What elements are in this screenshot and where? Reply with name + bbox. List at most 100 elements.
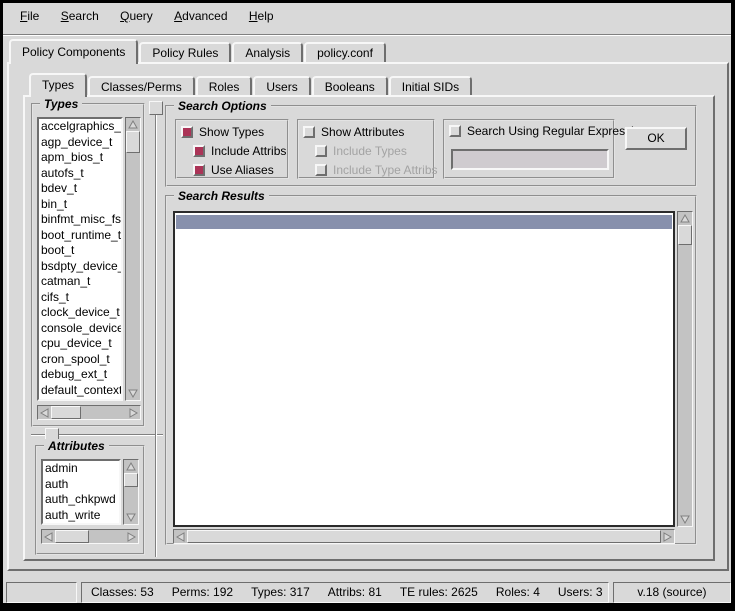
checkbox-label: Include Type Attribs [333, 163, 438, 177]
tab-roles[interactable]: Roles [196, 76, 253, 95]
scroll-right-icon[interactable] [125, 530, 138, 543]
tab-policy-components[interactable]: Policy Components [9, 39, 138, 64]
list-item[interactable]: cron_spool_t [39, 352, 121, 368]
scrollbar-thumb[interactable] [55, 530, 89, 543]
tab-users[interactable]: Users [253, 76, 310, 95]
scroll-up-icon[interactable] [678, 212, 692, 225]
selection-bar [176, 215, 672, 229]
menu-help[interactable]: Help [240, 8, 283, 24]
scroll-up-icon[interactable] [126, 118, 140, 131]
types-vscrollbar[interactable] [125, 117, 141, 401]
list-item[interactable]: cpu_device_t [39, 336, 121, 352]
scrollbar-trough [124, 487, 138, 511]
show-types-group: Show Types Include Attribs Use Aliases [175, 119, 289, 179]
attributes-panel-title: Attributes [44, 439, 109, 453]
menu-search[interactable]: Search [52, 8, 108, 24]
search-results-title: Search Results [174, 189, 269, 203]
results-hscrollbar[interactable] [173, 529, 675, 544]
list-item[interactable]: auth_write [43, 508, 119, 524]
regex-checkbox[interactable]: Search Using Regular Expression [449, 124, 647, 138]
attributes-vscrollbar[interactable] [123, 459, 139, 525]
use-aliases-checkbox[interactable]: Use Aliases [193, 163, 274, 177]
list-item[interactable]: auth [43, 477, 119, 493]
search-options-panel: Search Options Show Types Include Attrib… [165, 105, 697, 187]
menu-advanced[interactable]: Advanced [165, 8, 236, 24]
outer-tab-bar: Policy Components Policy Rules Analysis … [9, 39, 387, 62]
attributes-listbox[interactable]: adminauthauth_chkpwdauth_write [41, 459, 121, 525]
scrollbar-thumb[interactable] [124, 473, 138, 487]
ok-button[interactable]: OK [625, 127, 687, 150]
scroll-right-icon[interactable] [127, 406, 140, 419]
checkbox-indicator-icon [303, 126, 315, 138]
scrollbar-thumb[interactable] [51, 406, 81, 419]
list-item[interactable]: boot_t [39, 243, 121, 259]
stat-perms: Perms: 192 [172, 585, 233, 599]
sash-line [155, 111, 157, 557]
scrollbar-trough [678, 245, 692, 513]
scrollbar-thumb[interactable] [678, 225, 692, 245]
scrollbar-thumb[interactable] [126, 131, 140, 153]
list-item[interactable]: clock_device_t [39, 305, 121, 321]
checkbox-indicator-icon [449, 125, 461, 137]
search-results-textarea[interactable] [173, 211, 675, 527]
sash-handle[interactable] [149, 101, 163, 115]
list-item[interactable]: bin_t [39, 197, 121, 213]
types-panel-title: Types [40, 97, 82, 111]
show-types-checkbox[interactable]: Show Types [181, 125, 264, 139]
scrollbar-thumb[interactable] [187, 530, 661, 543]
list-item[interactable]: bsdpty_device_ [39, 259, 121, 275]
tab-booleans[interactable]: Booleans [312, 76, 388, 95]
checkbox-label: Include Attribs [211, 144, 286, 158]
checkbox-indicator-icon [181, 126, 193, 138]
results-vscrollbar[interactable] [677, 211, 693, 527]
tab-analysis[interactable]: Analysis [232, 42, 303, 62]
include-attribs-checkbox[interactable]: Include Attribs [193, 144, 286, 158]
status-stats: Classes: 53Perms: 192Types: 317Attribs: … [81, 582, 609, 603]
scroll-up-icon[interactable] [124, 460, 138, 473]
scroll-right-icon[interactable] [661, 530, 674, 543]
checkbox-label: Show Attributes [321, 125, 404, 139]
regex-input[interactable] [451, 149, 609, 170]
attributes-panel: Attributes adminauthauth_chkpwdauth_writ… [35, 445, 145, 555]
show-attributes-group: Show Attributes Include Types Include Ty… [297, 119, 435, 179]
list-item[interactable]: debug_ext_t [39, 367, 121, 383]
tab-policy-conf[interactable]: policy.conf [304, 42, 386, 62]
types-listbox[interactable]: accelgraphics_eagp_device_tapm_bios_taut… [37, 117, 123, 401]
scrollbar-trough [89, 530, 125, 543]
tab-policy-rules[interactable]: Policy Rules [139, 42, 231, 62]
stat-types: Types: 317 [251, 585, 310, 599]
list-item[interactable]: apm_bios_t [39, 150, 121, 166]
list-item[interactable]: bdev_t [39, 181, 121, 197]
checkbox-indicator-icon [315, 145, 327, 157]
list-item[interactable]: binfmt_misc_fs [39, 212, 121, 228]
checkbox-label: Use Aliases [211, 163, 274, 177]
scroll-left-icon[interactable] [38, 406, 51, 419]
tab-types[interactable]: Types [29, 73, 87, 97]
list-item[interactable]: boot_runtime_t [39, 228, 121, 244]
list-item[interactable]: default_context [39, 383, 121, 399]
list-item[interactable]: catman_t [39, 274, 121, 290]
tab-classes-perms[interactable]: Classes/Perms [88, 76, 195, 95]
scroll-left-icon[interactable] [42, 530, 55, 543]
menu-file[interactable]: File [11, 8, 48, 24]
list-item[interactable]: autofs_t [39, 166, 121, 182]
scroll-left-icon[interactable] [174, 530, 187, 543]
list-item[interactable]: console_device_ [39, 321, 121, 337]
list-item[interactable]: default_t [39, 398, 121, 401]
list-item[interactable]: agp_device_t [39, 135, 121, 151]
attributes-hscrollbar[interactable] [41, 529, 139, 544]
checkbox-indicator-icon [193, 164, 205, 176]
types-hscrollbar[interactable] [37, 405, 141, 420]
tab-initial-sids[interactable]: Initial SIDs [389, 76, 472, 95]
list-item[interactable]: cifs_t [39, 290, 121, 306]
stat-te-rules: TE rules: 2625 [400, 585, 478, 599]
status-box-empty [6, 582, 77, 603]
show-attributes-checkbox[interactable]: Show Attributes [303, 125, 404, 139]
list-item[interactable]: admin [43, 461, 119, 477]
list-item[interactable]: accelgraphics_e [39, 119, 121, 135]
scroll-down-icon[interactable] [124, 511, 138, 524]
list-item[interactable]: auth_chkpwd [43, 492, 119, 508]
menu-query[interactable]: Query [111, 8, 162, 24]
scroll-down-icon[interactable] [126, 387, 140, 400]
scroll-down-icon[interactable] [678, 513, 692, 526]
